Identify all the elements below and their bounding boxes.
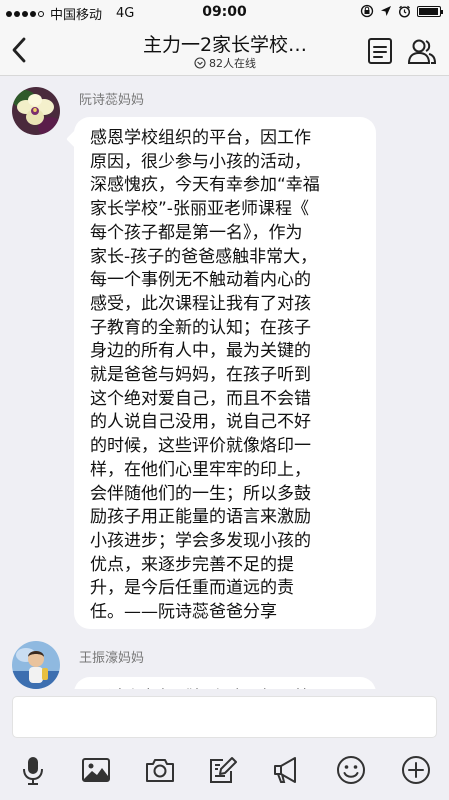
online-count: 82人在线	[209, 57, 256, 70]
document-button[interactable]	[367, 37, 393, 65]
chevron-circle-icon	[194, 57, 206, 69]
input-area	[0, 689, 449, 800]
emoji-icon[interactable]	[335, 754, 367, 786]
message-input[interactable]	[12, 696, 437, 738]
online-status: 82人在线	[150, 55, 300, 71]
edit-icon[interactable]	[207, 754, 239, 786]
child-avatar-image	[12, 641, 60, 689]
orchid-avatar-image	[12, 87, 60, 135]
sender-name: 王振濠妈妈	[79, 651, 145, 666]
avatar[interactable]	[12, 641, 60, 689]
battery-icon	[417, 5, 443, 17]
group-members-icon	[407, 39, 437, 64]
group-members-button[interactable]	[407, 36, 437, 66]
sender-name: 阮诗蕊妈妈	[79, 93, 145, 108]
message-bubble[interactable]: 通过张老师《每个孩子都是第	[74, 677, 376, 689]
status-bar: 中国移动 4G 09:00	[0, 0, 449, 24]
status-right	[360, 4, 443, 18]
location-icon	[381, 6, 391, 16]
image-icon[interactable]	[80, 754, 112, 786]
back-button[interactable]	[6, 32, 34, 68]
chevron-left-icon	[12, 37, 26, 63]
megaphone-icon[interactable]	[271, 754, 303, 786]
nav-bar: 主力一2家长学校… 82人在线	[0, 24, 449, 76]
camera-icon[interactable]	[144, 754, 176, 786]
document-icon	[368, 38, 392, 64]
alarm-icon	[398, 5, 411, 18]
plus-icon[interactable]	[400, 754, 432, 786]
input-toolbar	[0, 751, 449, 791]
avatar[interactable]	[12, 87, 60, 135]
message-bubble[interactable]: 感恩学校组织的平台，因工作 原因，很少参与小孩的活动， 深感愧疚，今天有幸参加“…	[74, 117, 376, 629]
chat-area[interactable]: 阮诗蕊妈妈 感恩学校组织的平台，因工作 原因，很少参与小孩的活动， 深感愧疚，今…	[0, 77, 449, 689]
battery-level	[419, 7, 438, 15]
microphone-icon[interactable]	[17, 754, 49, 786]
rotation-lock-icon	[360, 4, 374, 18]
chat-title[interactable]: 主力一2家长学校…	[110, 30, 340, 57]
